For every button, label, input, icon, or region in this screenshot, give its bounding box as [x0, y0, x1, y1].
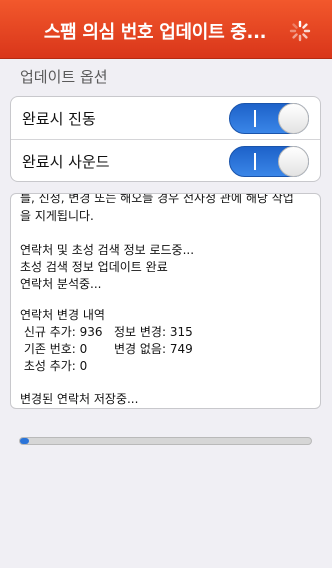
log-line: 신규 추가: 936 정보 변경: 315: [20, 325, 193, 339]
update-log[interactable]: 를, 신청, 변경 또는 해오늘 경우 전사청 관에 해당 작업 을 지게됩니다…: [10, 193, 321, 409]
toggle-on-mark-icon: [254, 153, 256, 170]
sound-on-complete-toggle[interactable]: [229, 146, 309, 177]
log-line: 연락처 및 초성 검색 정보 로드중...: [20, 243, 195, 257]
log-line: 연락처 분석중...: [20, 277, 102, 291]
options-group: 완료시 진동 완료시 사운드: [10, 96, 321, 182]
toggle-knob: [278, 103, 309, 134]
log-line: 초성 추가: 0: [20, 359, 88, 373]
log-line: 초성 검색 정보 업데이트 완료: [20, 260, 168, 274]
title-bar: 스팸 의심 번호 업데이트 중...: [0, 0, 332, 59]
progress-fill: [20, 438, 29, 444]
log-line: 연락처 변경 내역: [20, 308, 105, 322]
toggle-knob: [278, 146, 309, 177]
log-line: 을 지게됩니다.: [20, 209, 94, 223]
loading-spinner-icon: [289, 20, 311, 42]
progress-bar: [19, 437, 312, 445]
page-title: 스팸 의심 번호 업데이트 중...: [43, 22, 267, 43]
sound-on-complete-label: 완료시 사운드: [22, 153, 110, 171]
update-options-label: 업데이트 옵션: [20, 68, 108, 86]
log-line: 변경된 연락처 저장중...: [20, 392, 139, 406]
log-line: 를, 신청, 변경 또는 해오늘 경우 전사청 관에 해당 작업: [20, 193, 294, 205]
vibrate-on-complete-toggle[interactable]: [229, 103, 309, 134]
log-line: 기존 번호: 0 변경 없음: 749: [20, 342, 193, 356]
sound-on-complete-row: 완료시 사운드: [11, 140, 320, 181]
toggle-on-mark-icon: [254, 110, 256, 127]
vibrate-on-complete-label: 완료시 진동: [22, 110, 96, 128]
vibrate-on-complete-row: 완료시 진동: [11, 97, 320, 140]
